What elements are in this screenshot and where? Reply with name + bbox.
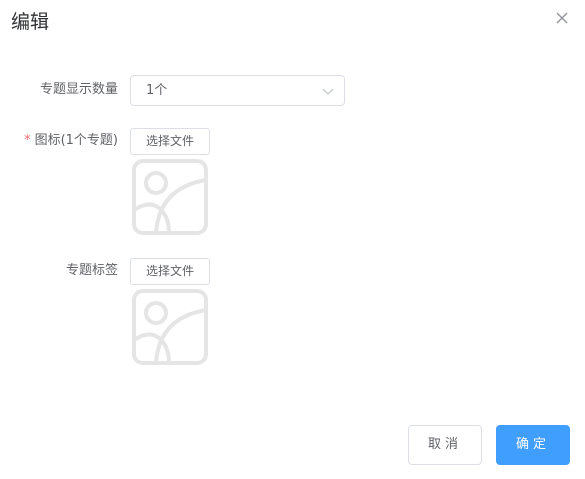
icon-label-text: 图标(1个专题) <box>34 133 118 148</box>
edit-dialog: 编辑 专题显示数量 1个 * 图标(1个专题) 选择文件 专题标签 选择文件 取… <box>0 0 585 479</box>
cancel-button[interactable]: 取消 <box>408 425 482 465</box>
icon-choose-file-button[interactable]: 选择文件 <box>130 128 210 155</box>
image-placeholder-icon <box>131 158 209 236</box>
topic-count-select[interactable]: 1个 <box>130 75 345 106</box>
tag-label: 专题标签 <box>65 263 118 278</box>
chevron-down-icon <box>322 88 334 95</box>
topic-count-label: 专题显示数量 <box>39 82 118 97</box>
dialog-title: 编辑 <box>11 11 50 33</box>
close-icon-glyph <box>556 12 568 24</box>
tag-choose-file-button[interactable]: 选择文件 <box>130 258 210 285</box>
required-mark: * <box>24 133 31 148</box>
image-placeholder-icon <box>131 288 209 366</box>
icon-label: * 图标(1个专题) <box>24 132 118 150</box>
confirm-button[interactable]: 确定 <box>496 425 570 465</box>
close-icon[interactable] <box>553 9 571 27</box>
topic-count-value: 1个 <box>146 83 168 98</box>
